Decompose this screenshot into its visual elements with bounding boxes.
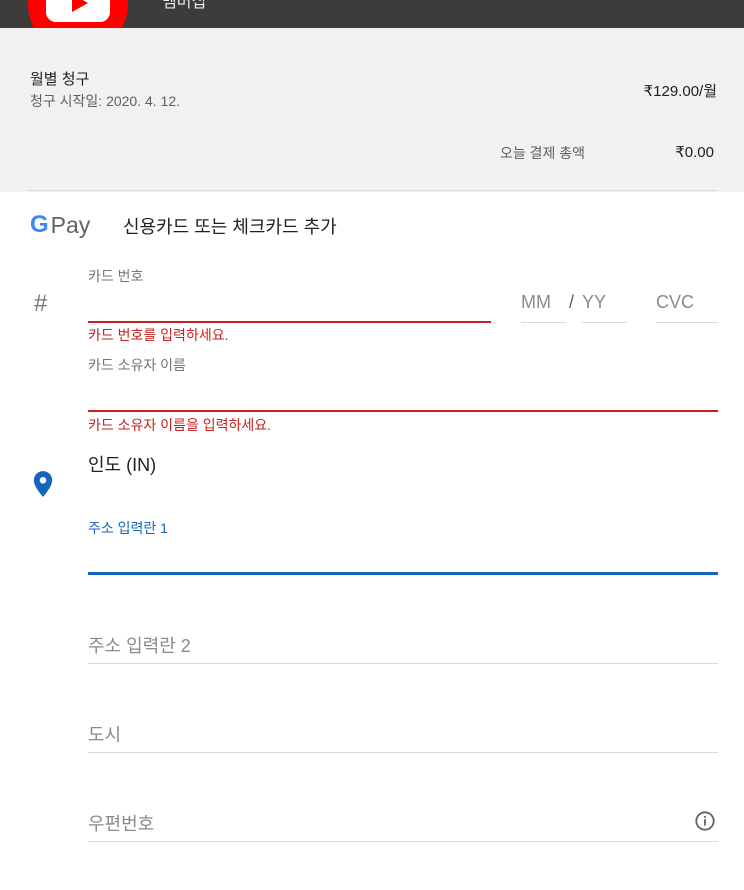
cardholder-name-error: 카드 소유자 이름을 입력하세요.	[88, 417, 271, 433]
postal-code-input[interactable]: 우편번호	[88, 810, 154, 836]
city-underline	[88, 752, 718, 753]
address-line2-underline	[88, 663, 718, 664]
cardholder-name-label: 카드 소유자 이름	[88, 357, 186, 373]
address-line2-input[interactable]: 주소 입력란 2	[88, 632, 191, 658]
expiry-month-underline	[521, 322, 566, 323]
expiry-month-input[interactable]: MM	[521, 292, 551, 313]
today-total-label: 오늘 결제 총액	[500, 145, 586, 161]
expiry-year-underline	[582, 322, 627, 323]
country-select[interactable]: 인도 (IN)	[88, 451, 156, 477]
expiry-separator: /	[569, 292, 575, 312]
info-icon[interactable]	[694, 810, 716, 832]
city-input[interactable]: 도시	[88, 721, 121, 747]
location-pin-icon	[33, 471, 53, 497]
order-summary: 월별 청구 청구 시작일: 2020. 4. 12. ₹129.00/월 오늘 …	[0, 28, 744, 192]
cvc-underline	[656, 322, 718, 323]
plan-name: 월별 청구	[30, 71, 90, 88]
today-total-value: ₹0.00	[675, 144, 714, 161]
hash-icon: #	[34, 290, 48, 317]
gpay-wordmark: Pay	[50, 212, 91, 238]
expiry-year-input[interactable]: YY	[582, 292, 606, 313]
cvc-input[interactable]: CVC	[656, 292, 694, 313]
summary-divider	[28, 190, 718, 191]
postal-code-underline	[88, 841, 718, 842]
card-number-error: 카드 번호를 입력하세요.	[88, 327, 229, 343]
add-card-title: 신용카드 또는 체크카드 추가	[123, 217, 337, 237]
play-icon	[46, 0, 110, 22]
address-line1-label: 주소 입력란 1	[88, 520, 168, 536]
plan-price: ₹129.00/월	[643, 83, 717, 100]
google-g-icon: G	[30, 211, 49, 238]
billing-start-date: 청구 시작일: 2020. 4. 12.	[30, 93, 181, 109]
address-line1-input[interactable]	[88, 572, 718, 575]
card-number-field[interactable]	[88, 321, 491, 323]
cardholder-name-field[interactable]	[88, 410, 718, 412]
google-pay-logo: G Pay	[30, 211, 90, 239]
page-title: 멤버십	[162, 0, 207, 11]
card-number-label: 카드 번호	[88, 268, 144, 284]
